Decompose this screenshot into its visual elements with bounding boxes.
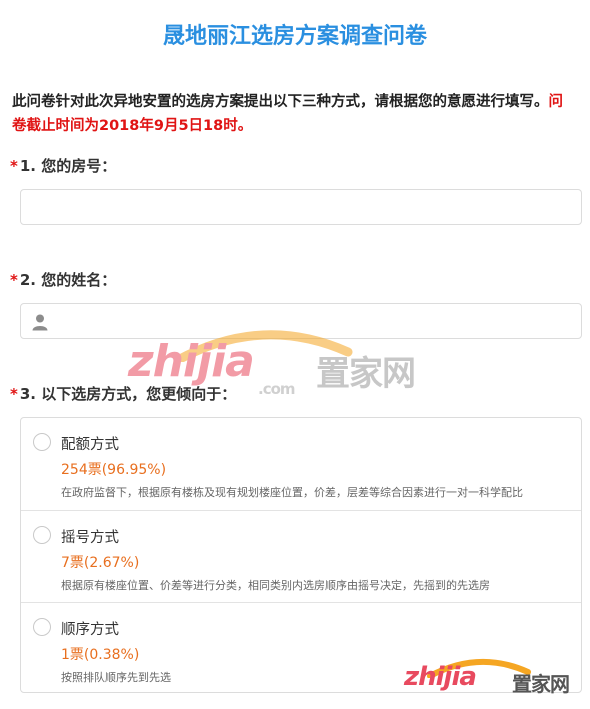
page-title: 晟地丽江选房方案调查问卷 (162, 24, 427, 49)
option-votes: 254票(96.95%) (61, 462, 167, 478)
question-2-title: * 2. 您的姓名： (10, 269, 116, 290)
question-1-title: * 1. 您的房号： (10, 155, 116, 176)
option-description: 在政府监督下，根据原有楼栋及现有规划楼座位置，价差，层差等综合因素进行一对一科学… (61, 486, 523, 499)
option-sequence[interactable]: 顺序方式 1票(0.38%) 按照排队顺序先到先选 (21, 602, 581, 694)
required-mark: * (10, 271, 18, 289)
question-3-label: 3. 以下选房方式，您更倾向于： (19, 385, 237, 403)
option-label: 顺序方式 (61, 622, 119, 638)
option-label: 摇号方式 (61, 530, 119, 546)
intro-text: 此问卷针对此次异地安置的选房方案提出以下三种方式，请根据您的意愿进行填写。问卷截… (12, 90, 576, 138)
radio-button[interactable] (33, 526, 51, 544)
intro-description: 此问卷针对此次异地安置的选房方案提出以下三种方式，请根据您的意愿进行填写。 (12, 94, 549, 110)
radio-button[interactable] (33, 433, 51, 451)
question-1-label: 1. 您的房号： (19, 157, 117, 175)
watermark-brand: zhijia (128, 336, 255, 387)
required-mark: * (10, 157, 18, 175)
required-mark: * (10, 385, 18, 403)
option-votes: 7票(2.67%) (61, 555, 140, 571)
option-lottery[interactable]: 摇号方式 7票(2.67%) 根据原有楼座位置、价差等进行分类，相同类别内选房顺… (21, 510, 581, 602)
option-quota[interactable]: 配额方式 254票(96.95%) 在政府监督下，根据原有楼栋及现有规划楼座位置… (21, 418, 581, 510)
user-icon (32, 314, 48, 331)
watermark-cn: 置家网 (316, 354, 416, 394)
watermark-domain: .com (258, 380, 296, 398)
option-votes: 1票(0.38%) (61, 647, 140, 663)
option-description: 按照排队顺序先到先选 (61, 671, 171, 684)
options-group: 配额方式 254票(96.95%) 在政府监督下，根据原有楼栋及现有规划楼座位置… (20, 417, 582, 693)
option-label: 配额方式 (61, 437, 119, 453)
radio-button[interactable] (33, 618, 51, 636)
question-3-title: * 3. 以下选房方式，您更倾向于： (10, 383, 236, 404)
room-number-input[interactable] (20, 189, 582, 225)
question-2-label: 2. 您的姓名： (19, 271, 117, 289)
option-description: 根据原有楼座位置、价差等进行分类，相同类别内选房顺序由摇号决定，先摇到的先选房 (61, 579, 490, 592)
name-input[interactable] (20, 303, 582, 339)
